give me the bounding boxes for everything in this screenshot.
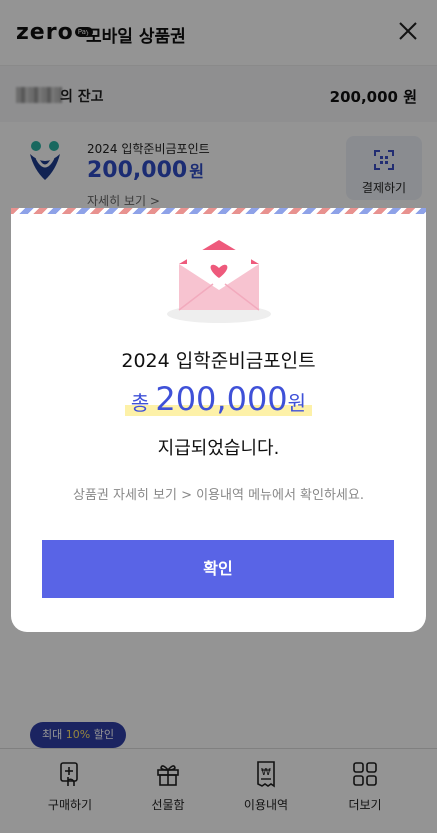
modal-message: 지급되었습니다. (157, 438, 280, 459)
confirm-button[interactable]: 확인 (42, 540, 394, 598)
amount-value: 200,000 (155, 380, 288, 418)
modal-title: 2024 입학준비금포인트 (121, 350, 316, 372)
modal-amount-row: 총 200,000원 (11, 380, 426, 418)
payment-complete-modal: 2024 입학준비금포인트 총 200,000원 지급되었습니다. 상품권 자세히… (11, 208, 426, 632)
airmail-border (11, 208, 426, 214)
app-screen: zero Pay 모바일 상품권 의 잔고 200,000 원 2024 입학준… (0, 0, 437, 833)
modal-note: 상품권 자세히 보기 > 이용내역 메뉴에서 확인하세요. (73, 488, 364, 503)
amount-suffix: 원 (287, 391, 307, 415)
amount-prefix: 총 (130, 391, 150, 415)
envelope-heart-icon (167, 240, 271, 323)
modal-amount: 총 200,000원 (124, 380, 313, 418)
